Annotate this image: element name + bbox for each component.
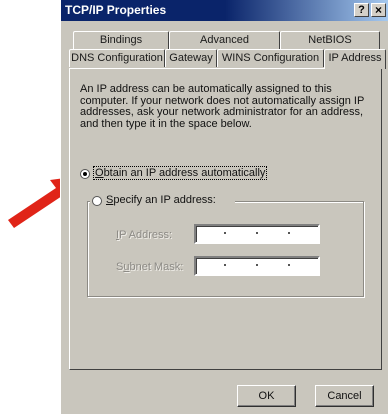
specify-label-text: pecify an IP address: — [113, 194, 216, 206]
specify-address-label[interactable]: Specify an IP address: — [106, 194, 216, 206]
tab-advanced[interactable]: Advanced — [169, 31, 280, 49]
help-button[interactable]: ? — [354, 3, 369, 17]
ip-dot-1 — [224, 232, 226, 234]
tab-bindings[interactable]: Bindings — [73, 31, 169, 49]
ip-address-label: IP Address: — [116, 229, 172, 241]
window-title: TCP/IP Properties — [65, 3, 167, 17]
obtain-automatically-label[interactable]: Obtain an IP address automatically — [92, 166, 268, 180]
obtain-automatically-radio[interactable] — [80, 169, 90, 179]
subnet-dot-3 — [288, 264, 290, 266]
obtain-mnemonic: O — [95, 167, 104, 179]
subnet-dot-2 — [256, 264, 258, 266]
close-button[interactable]: × — [371, 3, 386, 17]
subnet-dot-1 — [224, 264, 226, 266]
description-text: An IP address can be automatically assig… — [80, 83, 365, 130]
tab-dns-configuration[interactable]: DNS Configuration — [69, 49, 165, 67]
title-bar[interactable]: TCP/IP Properties ? × — [61, 0, 388, 21]
tab-ip-address[interactable]: IP Address — [324, 49, 386, 69]
subnet-mask-label: Subnet Mask: — [116, 261, 183, 273]
cancel-button[interactable]: Cancel — [315, 385, 374, 407]
specify-address-radio[interactable] — [92, 196, 102, 206]
ip-address-panel: An IP address can be automatically assig… — [69, 68, 382, 370]
tab-netbios[interactable]: NetBIOS — [280, 31, 380, 49]
subnet-mask-field[interactable] — [194, 256, 320, 276]
specify-address-groupbox — [87, 201, 364, 297]
obtain-label-text: btain an IP address automatically — [103, 167, 266, 179]
subnet-label-text: bnet Mask: — [129, 261, 184, 273]
ip-address-field[interactable] — [194, 224, 320, 244]
tcpip-properties-dialog: TCP/IP Properties ? × Bindings Advanced … — [60, 0, 388, 414]
ip-dot-3 — [288, 232, 290, 234]
ip-dot-2 — [256, 232, 258, 234]
ip-label-text: P Address: — [119, 229, 173, 241]
tab-wins-configuration[interactable]: WINS Configuration — [217, 49, 324, 67]
ok-button[interactable]: OK — [237, 385, 296, 407]
tab-gateway[interactable]: Gateway — [165, 49, 217, 67]
